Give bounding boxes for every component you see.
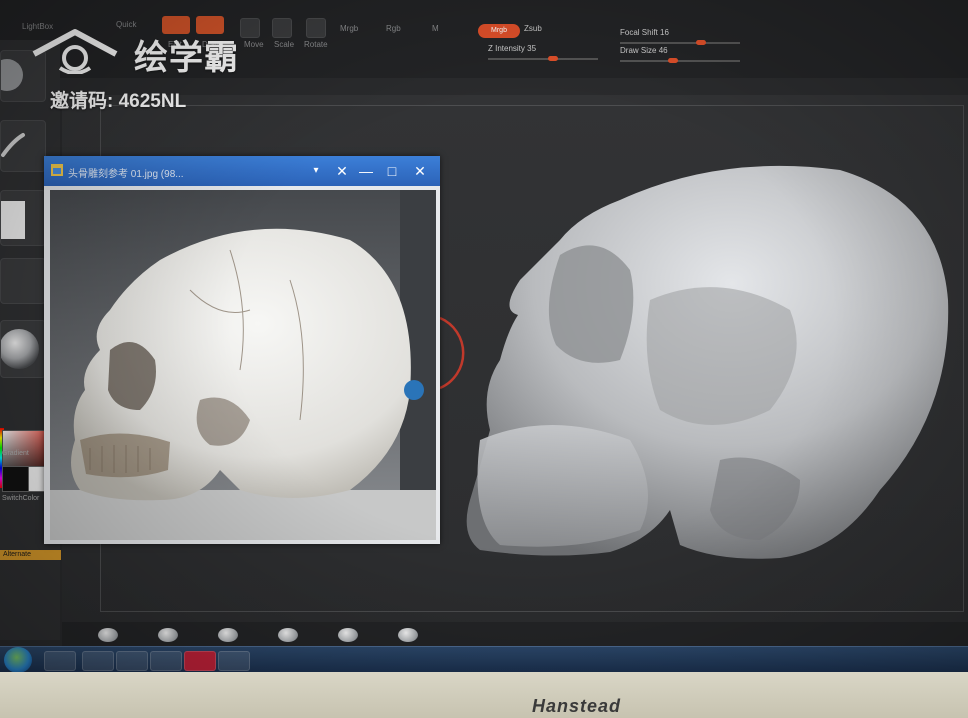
taskbar-app-images[interactable] — [218, 651, 250, 671]
gradient-label: Gradient — [2, 450, 29, 457]
stroke-selector[interactable] — [0, 120, 46, 172]
focal-shift-label: Focal Shift 16 — [620, 28, 669, 37]
huixueba-logo — [32, 29, 118, 74]
watermark-brand: 绘学霸 — [134, 39, 239, 77]
zsub-button[interactable]: Zsub — [524, 24, 542, 33]
alternate-button[interactable]: Alternate — [0, 550, 61, 560]
start-button[interactable] — [4, 647, 32, 673]
draw-size-knob[interactable] — [668, 58, 678, 63]
scale-label: Scale — [274, 40, 295, 49]
dropdown-icon[interactable]: ▾ — [306, 162, 326, 180]
close-button[interactable]: ✕ — [410, 162, 430, 180]
alpha-selector[interactable] — [0, 190, 46, 246]
dock-thumbnail[interactable] — [398, 628, 418, 642]
maximize-button[interactable]: □ — [382, 162, 402, 180]
rotate-label: Rotate — [304, 40, 328, 49]
draw-size-label: Draw Size 46 — [620, 46, 668, 55]
sculpted-skull-model[interactable] — [460, 160, 960, 570]
alpha-icon — [1, 201, 25, 239]
move-button[interactable] — [240, 18, 260, 38]
taskbar-app-explorer[interactable] — [44, 651, 76, 671]
m-toggle[interactable]: M — [432, 24, 439, 33]
skull-reference-photo — [50, 190, 436, 540]
dock-thumbnail[interactable] — [158, 628, 178, 642]
minimize-button[interactable]: — — [356, 162, 376, 180]
focal-shift-slider[interactable] — [620, 42, 740, 44]
z-intensity-slider[interactable] — [488, 58, 598, 60]
taskbar-app-window[interactable] — [116, 651, 148, 671]
switchcolor-button[interactable]: SwitchColor — [2, 495, 39, 502]
rotate-button[interactable] — [306, 18, 326, 38]
viewer-image-area — [50, 190, 436, 540]
material-selector[interactable] — [0, 320, 46, 378]
monitor-brand-logo: Hanstead — [532, 696, 622, 716]
image-file-icon — [51, 164, 63, 176]
texture-selector[interactable] — [0, 258, 46, 304]
rgb-toggle[interactable]: Rgb — [386, 24, 401, 33]
z-intensity-knob[interactable] — [548, 56, 558, 61]
viewer-title: 头骨雕刻参考 01.jpg (98... — [68, 169, 184, 180]
dock-thumbnail[interactable] — [218, 628, 238, 642]
monitor-screen: LightBox Quick Edit Draw Move Scale Rota… — [0, 0, 968, 718]
fit-toggle-icon[interactable]: ✕ — [332, 162, 352, 180]
dock-thumbnail[interactable] — [98, 628, 118, 642]
monitor-bezel — [0, 672, 968, 718]
windows-taskbar — [0, 646, 968, 673]
stroke-icon — [1, 133, 25, 157]
taskbar-app-red[interactable] — [184, 651, 216, 671]
dock-thumbnail[interactable] — [278, 628, 298, 642]
taskbar-app-viewer[interactable] — [150, 651, 182, 671]
scale-button[interactable] — [272, 18, 292, 38]
watermark-invite-code: 邀请码: 4625NL — [50, 91, 187, 112]
image-viewer-window[interactable]: 头骨雕刻参考 01.jpg (98... ▾ ✕ — □ ✕ — [44, 156, 440, 544]
mrgb-toggle[interactable]: Mrgb — [340, 24, 358, 33]
taskbar-app-photoshop[interactable] — [82, 651, 114, 671]
focal-shift-knob[interactable] — [696, 40, 706, 45]
z-intensity-label: Z Intensity 35 — [488, 44, 537, 53]
viewer-titlebar[interactable]: 头骨雕刻参考 01.jpg (98... ▾ ✕ — □ ✕ — [44, 156, 440, 186]
move-label: Move — [244, 40, 264, 49]
material-sphere-icon — [0, 329, 39, 369]
zadd-button[interactable]: Mrgb — [478, 24, 520, 38]
dock-thumbnail[interactable] — [338, 628, 358, 642]
draw-size-slider[interactable] — [620, 60, 740, 62]
